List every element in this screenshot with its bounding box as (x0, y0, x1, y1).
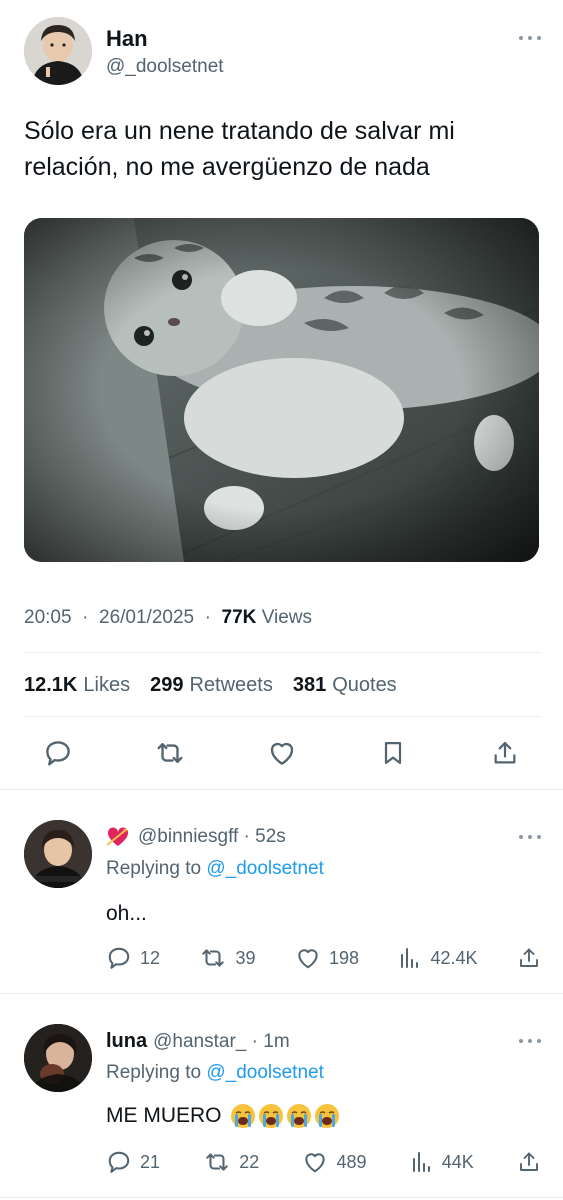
reply-time[interactable]: 1m (263, 1031, 289, 1053)
replying-to: Replying to @_doolsetnet (106, 858, 324, 880)
heart-icon (305, 1153, 326, 1173)
replying-to-link[interactable]: @_doolsetnet (206, 1062, 324, 1083)
reply-handle[interactable]: @hanstar_ (153, 1031, 246, 1053)
meta-separator: · (238, 826, 256, 847)
views-label: Views (261, 607, 313, 628)
meta-separator: · (199, 607, 217, 628)
tweet-stats: 12.1K Likes 299 Retweets 381 Quotes (24, 674, 417, 697)
reply-icon (108, 947, 130, 969)
retweet-count: 22 (239, 1151, 260, 1172)
author-handle[interactable]: @_doolsetnet (106, 56, 224, 78)
retweet-button[interactable] (152, 735, 188, 771)
retweet-count: 39 (235, 947, 256, 968)
replying-to: Replying to @_doolsetnet (106, 1062, 324, 1084)
quotes-stat[interactable]: 381 Quotes (293, 674, 397, 697)
reply-text-row: ME MUERO (106, 1103, 340, 1129)
more-options-icon[interactable] (519, 833, 541, 841)
retweet-icon (202, 949, 225, 967)
tweet-image[interactable] (24, 218, 539, 562)
like-button[interactable]: 198 (295, 945, 359, 971)
reply-avatar[interactable] (24, 1024, 92, 1092)
reply-time[interactable]: 52s (255, 826, 286, 848)
analytics-icon (412, 1152, 430, 1172)
like-count: 489 (336, 1151, 367, 1172)
reply-icon (108, 1151, 130, 1173)
divider (0, 993, 563, 994)
author-name[interactable]: Han (106, 26, 148, 52)
retweets-count: 299 (150, 674, 184, 696)
views-button[interactable]: 44K (410, 1150, 474, 1174)
reply-handle[interactable]: @binniesgff (138, 826, 238, 848)
reply-action-bar: 21 22 489 44K (106, 1147, 541, 1177)
reply-header: luna @hanstar_ · 1m (106, 1030, 290, 1053)
views-button[interactable]: 42.4K (398, 946, 478, 970)
divider (24, 652, 541, 653)
reply-name[interactable]: luna (106, 1030, 147, 1053)
heart-icon (270, 742, 293, 765)
analytics-icon (401, 948, 419, 968)
divider (24, 716, 541, 717)
retweet-icon (206, 1153, 229, 1171)
likes-label: Likes (83, 674, 131, 696)
meta-separator: · (76, 607, 94, 628)
quotes-label: Quotes (332, 674, 397, 696)
tweet-text: Sólo era un nene tratando de salvar mi r… (24, 117, 455, 181)
reply-text: oh... (106, 902, 147, 925)
meta-separator: · (246, 1030, 264, 1052)
view-count: 44K (441, 1151, 474, 1172)
reply-count: 12 (140, 947, 161, 968)
divider (0, 1197, 563, 1198)
replying-to-link[interactable]: @_doolsetnet (206, 858, 324, 879)
like-button[interactable]: 489 (302, 1149, 367, 1175)
reply-text: ME MUERO (106, 1104, 222, 1127)
divider (0, 789, 563, 790)
replying-prefix: Replying to (106, 858, 202, 879)
like-button[interactable] (264, 735, 300, 771)
tweet-meta: 20:05 · 26/01/2025 · 77K Views (24, 607, 312, 629)
heart-icon (298, 949, 318, 969)
more-options-icon[interactable] (519, 34, 541, 42)
author-avatar[interactable] (24, 17, 92, 85)
heart-with-arrow-emoji (106, 826, 130, 848)
bookmark-button[interactable] (375, 735, 411, 771)
reply-action-bar: 12 39 198 42.4K (106, 943, 541, 973)
share-icon (520, 948, 538, 967)
retweets-label: Retweets (189, 674, 273, 696)
quotes-count: 381 (292, 674, 327, 696)
likes-count: 12.1K (24, 674, 78, 696)
share-button[interactable] (517, 1149, 541, 1175)
share-icon (494, 741, 516, 764)
reply-button[interactable] (40, 735, 76, 771)
reply-button[interactable]: 21 (106, 1149, 160, 1175)
reply-icon (46, 741, 70, 766)
bookmark-icon (385, 741, 402, 765)
loudly-crying-face-emoji (228, 1103, 340, 1129)
share-button[interactable] (487, 735, 523, 771)
retweet-button[interactable]: 39 (199, 945, 256, 971)
retweets-stat[interactable]: 299 Retweets (150, 674, 273, 697)
more-options-icon[interactable] (519, 1037, 541, 1045)
share-button[interactable] (517, 945, 541, 971)
replying-prefix: Replying to (106, 1062, 202, 1083)
reply-count: 21 (140, 1151, 161, 1172)
like-count: 198 (328, 947, 360, 968)
share-icon (520, 1152, 538, 1171)
reply-button[interactable]: 12 (106, 945, 160, 971)
retweet-button[interactable]: 22 (203, 1149, 259, 1175)
tweet-time: 20:05 (24, 607, 72, 628)
tweet-date: 26/01/2025 (99, 607, 195, 628)
tweet-action-bar (40, 733, 523, 773)
views-count: 77K (221, 607, 257, 628)
likes-stat[interactable]: 12.1K Likes (24, 674, 130, 697)
retweet-icon (157, 743, 183, 763)
reply-avatar[interactable] (24, 820, 92, 888)
reply-header: @binniesgff · 52s (106, 826, 286, 848)
view-count: 42.4K (430, 947, 478, 968)
